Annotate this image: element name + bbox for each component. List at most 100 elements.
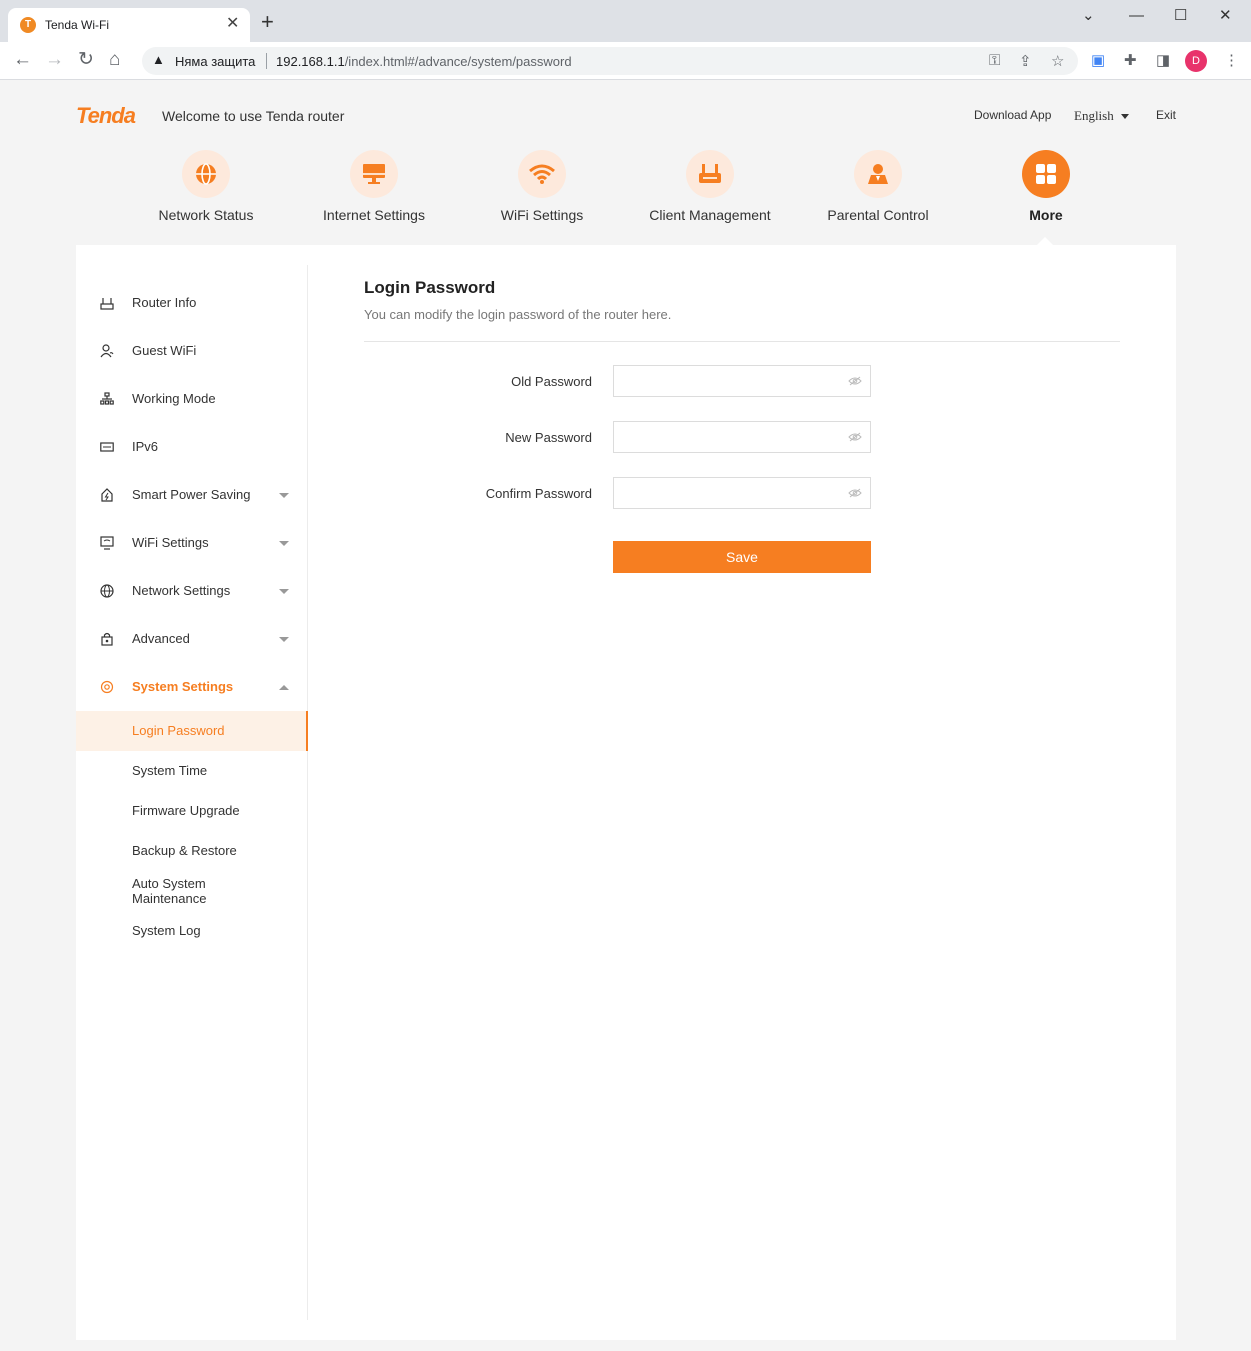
menu-kebab-icon[interactable]: ⋮: [1224, 52, 1239, 70]
page-description: You can modify the login password of the…: [364, 307, 672, 322]
eye-hidden-icon[interactable]: [848, 376, 862, 386]
nav-label: Parental Control: [827, 207, 929, 223]
eye-hidden-icon[interactable]: [848, 432, 862, 442]
extensions-icon[interactable]: ✚: [1124, 52, 1137, 70]
download-app-link[interactable]: Download App: [974, 108, 1051, 122]
nav-internet-settings[interactable]: Internet Settings: [290, 150, 458, 223]
person-icon: [854, 150, 902, 198]
bookmark-star-icon[interactable]: ☆: [1051, 52, 1064, 70]
old-password-input[interactable]: [613, 365, 871, 397]
new-tab-icon[interactable]: +: [261, 11, 274, 33]
nav-label: More: [1029, 207, 1063, 223]
forward-arrow-icon[interactable]: →: [45, 49, 64, 71]
nav-network-status[interactable]: Network Status: [122, 150, 290, 223]
tab-close-icon[interactable]: ✕: [226, 15, 239, 33]
sidebar-subitem-label: Firmware Upgrade: [132, 803, 240, 818]
security-status[interactable]: Няма защита: [175, 54, 255, 69]
chevron-down-icon: [279, 637, 289, 642]
sidebar-item-label: Router Info: [132, 295, 197, 310]
tenda-logo[interactable]: Tenda: [76, 103, 136, 129]
tab-title: Tenda Wi-Fi: [45, 18, 110, 32]
browser-toolbar: ← → ↻ ⌂ ▲ Няма защита 192.168.1.1/index.…: [0, 42, 1251, 80]
reload-icon[interactable]: ↻: [78, 49, 94, 71]
address-bar[interactable]: ▲ Няма защита 192.168.1.1/index.html#/ad…: [142, 47, 1078, 75]
nav-more[interactable]: More: [962, 150, 1130, 223]
sidebar-subitem-label: System Time: [132, 763, 208, 778]
sidebar-subitem-firmware-upgrade[interactable]: Firmware Upgrade: [76, 791, 308, 831]
network-tree-icon: [100, 392, 114, 405]
save-button[interactable]: Save: [613, 541, 871, 573]
page-title: Login Password: [364, 278, 496, 297]
nav-wifi-settings[interactable]: WiFi Settings: [458, 150, 626, 223]
home-icon[interactable]: ⌂: [109, 49, 120, 71]
chevron-down-icon: [279, 541, 289, 546]
globe-icon: [100, 584, 114, 598]
sidebar-item-ipv6[interactable]: IPv6: [76, 427, 308, 467]
url-text[interactable]: 192.168.1.1/index.html#/advance/system/p…: [276, 54, 572, 69]
router-icon: [100, 298, 114, 310]
content-divider: [364, 341, 1120, 342]
new-password-label: New Password: [505, 430, 592, 445]
main-panel: Router Info Guest WiFi Working Mode IPv6…: [76, 245, 1176, 1340]
sidebar-item-wifi-settings[interactable]: WiFi Settings: [76, 523, 308, 563]
nav-label: Client Management: [649, 207, 771, 223]
omnibox-separator: [266, 53, 267, 69]
grid-icon: [1022, 150, 1070, 198]
sidebar-subitem-login-password[interactable]: Login Password: [76, 711, 308, 751]
sidebar: Router Info Guest WiFi Working Mode IPv6…: [76, 265, 308, 1320]
warning-icon[interactable]: ▲: [152, 52, 165, 67]
nav-client-management[interactable]: Client Management: [626, 150, 794, 223]
tab-search-chevron-icon[interactable]: ⌄: [1082, 6, 1095, 26]
sidebar-subitem-label: Backup & Restore: [132, 843, 237, 858]
sidebar-subitem-label: Login Password: [132, 723, 225, 738]
exit-link[interactable]: Exit: [1156, 108, 1176, 122]
url-host: 192.168.1.1: [276, 54, 345, 69]
key-icon[interactable]: ⚿: [989, 52, 1000, 69]
guest-user-icon: [100, 344, 114, 358]
browser-tab[interactable]: T Tenda Wi-Fi ✕: [8, 8, 250, 42]
side-panel-icon[interactable]: ◨: [1156, 52, 1170, 70]
share-icon[interactable]: ⇪: [1019, 52, 1032, 70]
sidebar-subitem-backup-restore[interactable]: Backup & Restore: [76, 831, 308, 871]
nav-label: Internet Settings: [323, 207, 425, 223]
confirm-password-label: Confirm Password: [485, 486, 592, 501]
sidebar-subitem-label: Auto System Maintenance: [132, 876, 207, 906]
sidebar-item-guest-wifi[interactable]: Guest WiFi: [76, 331, 308, 371]
sidebar-item-advanced[interactable]: Advanced: [76, 619, 308, 659]
maximize-icon[interactable]: ☐: [1174, 6, 1187, 26]
translate-icon[interactable]: ▣: [1091, 52, 1105, 70]
sidebar-item-network-settings[interactable]: Network Settings: [76, 571, 308, 611]
power-saving-icon: [101, 488, 113, 502]
confirm-password-input[interactable]: [613, 477, 871, 509]
language-select[interactable]: English: [1074, 108, 1129, 124]
profile-avatar[interactable]: D: [1185, 50, 1207, 72]
sidebar-item-label: IPv6: [132, 439, 159, 454]
nav-parental-control[interactable]: Parental Control: [794, 150, 962, 223]
sidebar-subitem-auto-system-maintenance[interactable]: Auto System Maintenance: [76, 871, 308, 911]
minimize-icon[interactable]: —: [1129, 6, 1144, 26]
new-password-input[interactable]: [613, 421, 871, 453]
nav-label: Network Status: [158, 207, 254, 223]
sidebar-subitem-system-time[interactable]: System Time: [76, 751, 308, 791]
sidebar-item-label: System Settings: [132, 679, 234, 694]
wifi-icon: [518, 150, 566, 198]
router-page: Tenda Welcome to use Tenda router Downlo…: [0, 81, 1251, 1351]
sidebar-item-label: Working Mode: [132, 391, 216, 406]
language-label: English: [1074, 108, 1114, 123]
sidebar-item-label: Network Settings: [132, 583, 231, 598]
tenda-favicon-icon: T: [20, 17, 36, 33]
back-arrow-icon[interactable]: ←: [13, 49, 32, 71]
advanced-lock-icon: [101, 632, 113, 646]
sidebar-item-smart-power-saving[interactable]: Smart Power Saving: [76, 475, 308, 515]
sidebar-item-router-info[interactable]: Router Info: [76, 283, 308, 323]
monitor-icon: [350, 150, 398, 198]
eye-hidden-icon[interactable]: [848, 488, 862, 498]
close-window-icon[interactable]: ✕: [1219, 6, 1232, 26]
chevron-up-icon: [279, 685, 289, 690]
sidebar-subitem-label: System Log: [132, 923, 201, 938]
url-path: /index.html#/advance/system/password: [344, 54, 572, 69]
sidebar-item-label: WiFi Settings: [132, 535, 209, 550]
sidebar-item-working-mode[interactable]: Working Mode: [76, 379, 308, 419]
sidebar-item-system-settings[interactable]: System Settings: [76, 667, 308, 707]
sidebar-subitem-system-log[interactable]: System Log: [76, 911, 308, 951]
